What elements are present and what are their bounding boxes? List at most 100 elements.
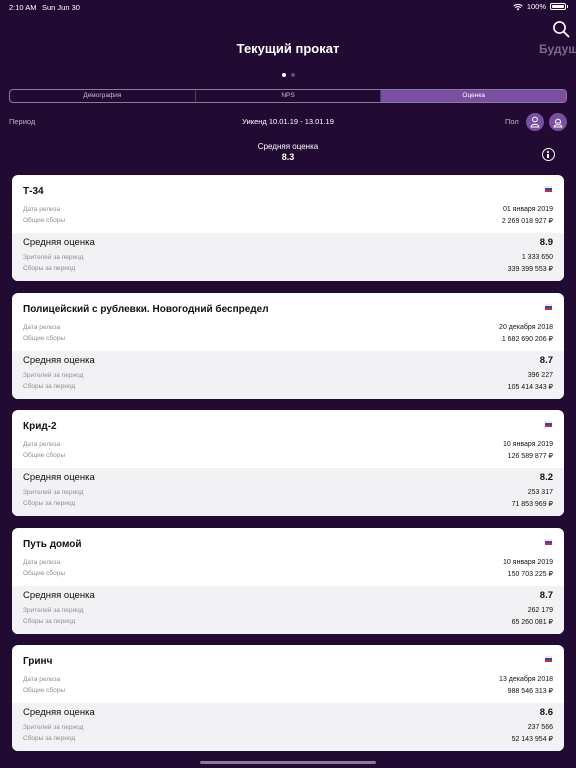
total-gross-value: 126 589 877 ₽ — [507, 453, 553, 460]
total-gross-value: 150 703 225 ₽ — [507, 570, 553, 578]
viewers-value: 396 227 — [527, 371, 553, 379]
segmented-control: Демография NPS Оценка — [9, 89, 567, 103]
avg-score-label: Средняя оценка — [23, 237, 95, 248]
movie-card-grinch[interactable]: Гринч Дата релиза 13 декабря 2018 Общие … — [12, 645, 564, 751]
release-date-value: 10 января 2019 — [502, 558, 553, 566]
female-person-icon — [553, 118, 563, 128]
home-indicator[interactable] — [200, 761, 376, 764]
movie-title: Полицейский с рублевки. Новогодний беспр… — [23, 303, 269, 315]
viewers-label: Зрителей за период — [23, 606, 84, 614]
status-time: 2:10 AM — [9, 3, 37, 12]
viewers-value: 1 333 650 — [521, 254, 553, 261]
total-gross-label: Общие сборы — [23, 569, 66, 577]
avg-score-value: 8.7 — [539, 589, 553, 601]
next-page-title[interactable]: Будущ — [539, 42, 576, 56]
page-dot-active[interactable] — [282, 73, 286, 77]
movie-card-put-domoy[interactable]: Путь домой Дата релиза 10 января 2019 Об… — [12, 527, 564, 634]
movie-card-t34[interactable]: Т-34 Дата релиза 01 января 2019 Общие сб… — [12, 175, 564, 281]
overall-average-label: Средняя оценка — [257, 142, 319, 151]
viewers-label: Зрителей за период — [23, 371, 84, 379]
card-stats: Средняя оценка 8.7 Зрителей за период 39… — [12, 350, 564, 399]
gender-label: Пол — [505, 117, 519, 126]
card-stats: Средняя оценка 8.7 Зрителей за период 26… — [12, 585, 564, 634]
period-gross-label: Сборы за период — [23, 617, 76, 625]
period-selector[interactable]: Уикенд 10.01.19 - 13.01.19 — [9, 117, 567, 126]
viewers-label: Зрителей за период — [23, 489, 84, 496]
total-gross-label: Общие сборы — [23, 334, 66, 342]
status-right: 100% — [513, 2, 568, 11]
filter-row: Период Уикенд 10.01.19 - 13.01.19 Пол — [9, 113, 567, 131]
movie-title: Гринч — [23, 656, 53, 667]
total-gross-label: Общие сборы — [23, 452, 66, 459]
tab-rating[interactable]: Оценка — [380, 90, 566, 102]
card-stats: Средняя оценка 8.2 Зрителей за период 25… — [12, 468, 564, 516]
page-title: Текущий прокат — [236, 41, 340, 56]
avg-score-value: 8.6 — [539, 707, 553, 718]
info-icon[interactable] — [542, 148, 555, 161]
period-gross-value: 105 414 343 ₽ — [507, 383, 553, 391]
russia-flag-icon — [545, 421, 552, 427]
overall-average-value: 8.3 — [281, 152, 295, 162]
status-bar: 2:10 AM Sun Jun 30 100% — [0, 0, 576, 14]
release-date-value: 20 декабря 2018 — [499, 323, 553, 331]
male-person-icon — [530, 116, 540, 128]
battery-tip — [567, 5, 568, 8]
tab-nps[interactable]: NPS — [194, 90, 381, 102]
avg-score-value: 8.2 — [539, 472, 553, 483]
total-gross-value: 2 269 018 927 ₽ — [501, 218, 553, 225]
movie-title: Крид-2 — [23, 421, 57, 432]
period-gross-label: Сборы за период — [23, 382, 76, 390]
viewers-value: 262 179 — [527, 606, 553, 614]
release-date-value: 01 января 2019 — [502, 206, 553, 213]
movie-title: Путь домой — [23, 538, 82, 550]
total-gross-label: Общие сборы — [23, 217, 66, 224]
release-date-label: Дата релиза — [23, 558, 61, 566]
movie-title: Т-34 — [23, 186, 44, 197]
card-stats: Средняя оценка 8.6 Зрителей за период 23… — [12, 703, 564, 751]
period-gross-label: Сборы за период — [23, 500, 76, 507]
russia-flag-icon — [545, 538, 552, 545]
russia-flag-icon — [545, 656, 552, 662]
avg-score-label: Средняя оценка — [23, 354, 95, 366]
battery-percent: 100% — [526, 2, 546, 11]
viewers-label: Зрителей за период — [23, 254, 84, 261]
period-gross-label: Сборы за период — [23, 265, 76, 272]
viewers-label: Зрителей за период — [23, 724, 84, 731]
release-date-label: Дата релиза — [23, 441, 61, 448]
total-gross-label: Общие сборы — [23, 687, 66, 694]
release-date-value: 13 декабря 2018 — [499, 676, 553, 683]
battery-icon — [550, 3, 566, 10]
movie-card-politseyskiy[interactable]: Полицейский с рублевки. Новогодний беспр… — [12, 292, 564, 399]
page-dot[interactable] — [291, 73, 295, 77]
release-date-label: Дата релиза — [23, 206, 61, 213]
search-icon — [553, 21, 570, 38]
wifi-icon — [513, 3, 523, 10]
release-date-label: Дата релиза — [23, 676, 61, 683]
viewers-value: 253 317 — [527, 489, 553, 496]
tab-demography[interactable]: Демография — [10, 90, 195, 102]
period-gross-label: Сборы за период — [23, 735, 76, 742]
period-gross-value: 65 260 081 ₽ — [511, 618, 553, 626]
movie-card-krid2[interactable]: Крид-2 Дата релиза 10 января 2019 Общие … — [12, 410, 564, 516]
period-gross-value: 339 399 553 ₽ — [507, 266, 553, 273]
status-date: Sun Jun 30 — [42, 3, 80, 12]
avg-score-label: Средняя оценка — [23, 472, 95, 483]
avg-score-label: Средняя оценка — [23, 589, 95, 601]
period-gross-value: 71 853 969 ₽ — [511, 501, 553, 508]
avg-score-label: Средняя оценка — [23, 707, 95, 718]
page-indicator[interactable] — [282, 73, 295, 77]
release-date-value: 10 января 2019 — [502, 441, 553, 448]
search-button[interactable] — [552, 20, 570, 38]
card-stats: Средняя оценка 8.9 Зрителей за период 1 … — [12, 233, 564, 281]
total-gross-value: 988 546 313 ₽ — [507, 688, 553, 695]
total-gross-value: 1 682 690 206 ₽ — [501, 335, 553, 343]
russia-flag-icon — [545, 303, 552, 310]
gender-male-button[interactable] — [526, 113, 544, 131]
period-gross-value: 52 143 954 ₽ — [511, 736, 553, 743]
avg-score-value: 8.9 — [539, 237, 553, 248]
viewers-value: 237 566 — [527, 724, 553, 731]
overall-average: Средняя оценка 8.3 — [0, 142, 576, 162]
gender-female-button[interactable] — [549, 113, 567, 131]
avg-score-value: 8.7 — [539, 354, 553, 366]
movie-list: Т-34 Дата релиза 01 января 2019 Общие сб… — [12, 175, 564, 763]
